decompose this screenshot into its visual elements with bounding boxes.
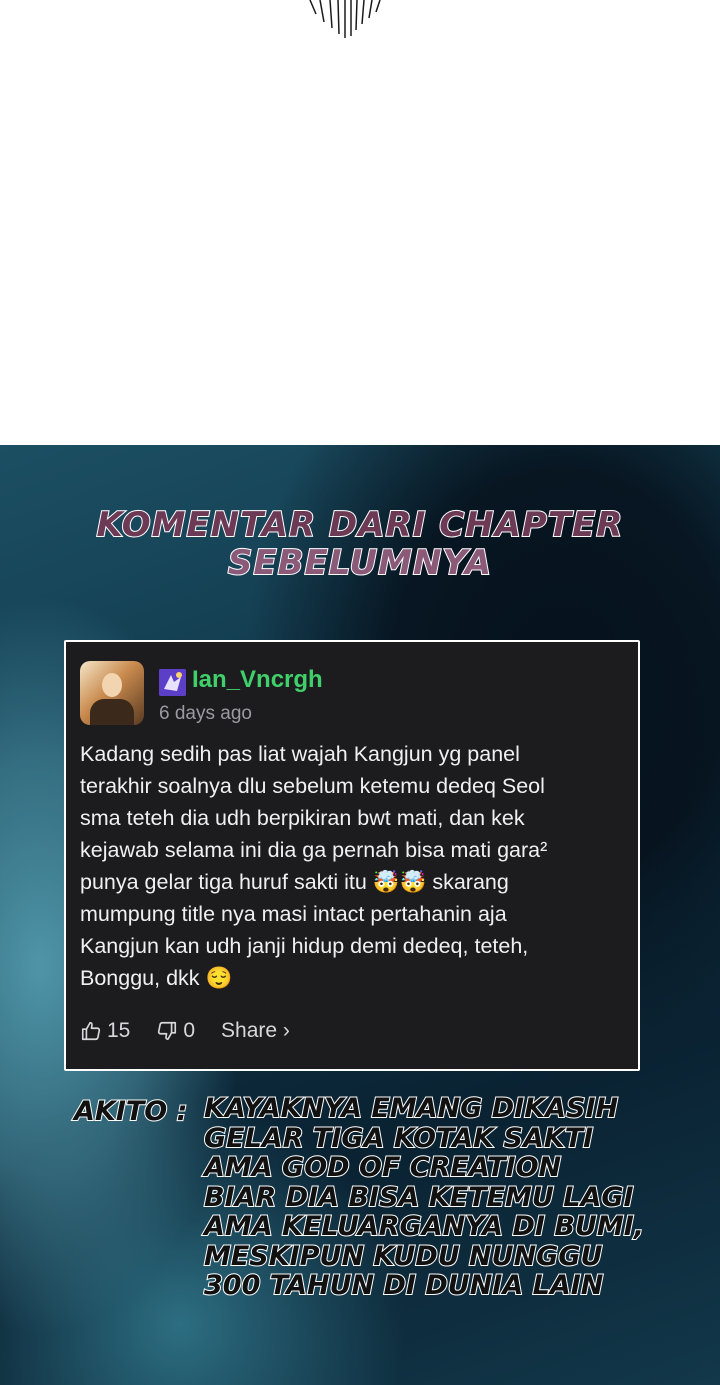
share-label: Share ›	[221, 1019, 290, 1042]
note-line: KAYAKNYA EMANG DIKASIH	[203, 1093, 619, 1124]
note-author: AKITO :	[73, 1095, 188, 1128]
note-line: MESKIPUN KUDU NUNGGU	[203, 1240, 603, 1272]
like-button[interactable]: 15	[80, 1019, 130, 1043]
comment-card: Ian_Vncrgh 6 days ago Kadang sedih pas l…	[64, 640, 640, 1071]
note-line: BIAR DIA BISA KETEMU LAGI	[203, 1181, 635, 1213]
comment-actions: 15 0 Share ›	[80, 1016, 316, 1046]
comment-line: Bonggu, dkk 😌	[80, 966, 233, 990]
speed-lines-art	[309, 0, 381, 38]
comment-line: Kangjun kan udh janji hidup demi dedeq, …	[80, 934, 529, 958]
section-heading-line2: SEBELUMNYA	[227, 542, 493, 584]
comment-line: sma teteh dia udh berpikiran bwt mati, d…	[80, 806, 525, 830]
avatar-body	[90, 699, 134, 725]
user-avatar-image[interactable]	[80, 661, 144, 725]
blank-panel-area	[0, 0, 720, 445]
thumbs-down-icon	[158, 1021, 177, 1041]
section-heading-line1: KOMENTAR DARI CHAPTER	[96, 504, 624, 546]
comment-line: terakhir soalnya dlu sebelum ketemu dede…	[80, 774, 545, 798]
comment-line: mumpung title nya masi intact pertahanin…	[80, 902, 507, 926]
note-line: AMA KELUARGANYA DI BUMI,	[203, 1211, 645, 1242]
dislike-count: 0	[183, 1019, 196, 1042]
note-line: GELAR TIGA KOTAK SAKTI	[203, 1122, 594, 1154]
note-line: 300 TAHUN DI DUNIA LAIN	[203, 1270, 604, 1301]
comment-line: punya gelar tiga huruf sakti itu 🤯🤯 skar…	[80, 870, 509, 894]
avatar-face	[102, 673, 122, 697]
comment-timestamp: 6 days ago	[159, 703, 252, 724]
share-button[interactable]: Share ›	[221, 1019, 290, 1043]
note-line: AMA GOD OF CREATION	[203, 1152, 562, 1183]
dislike-button[interactable]: 0	[156, 1019, 195, 1043]
comment-line: kejawab selama ini dia ga pernah bisa ma…	[80, 838, 548, 862]
comment-username[interactable]: Ian_Vncrgh	[192, 666, 323, 694]
comment-line: Kadang sedih pas liat wajah Kangjun yg p…	[80, 742, 520, 766]
comment-text: Kadang sedih pas liat wajah Kangjun yg p…	[80, 738, 630, 994]
rank-badge-icon	[159, 669, 186, 696]
thumbs-up-icon	[81, 1021, 101, 1041]
like-count: 15	[107, 1019, 131, 1042]
note-text: KAYAKNYA EMANG DIKASIH GELAR TIGA KOTAK …	[203, 1093, 720, 1301]
